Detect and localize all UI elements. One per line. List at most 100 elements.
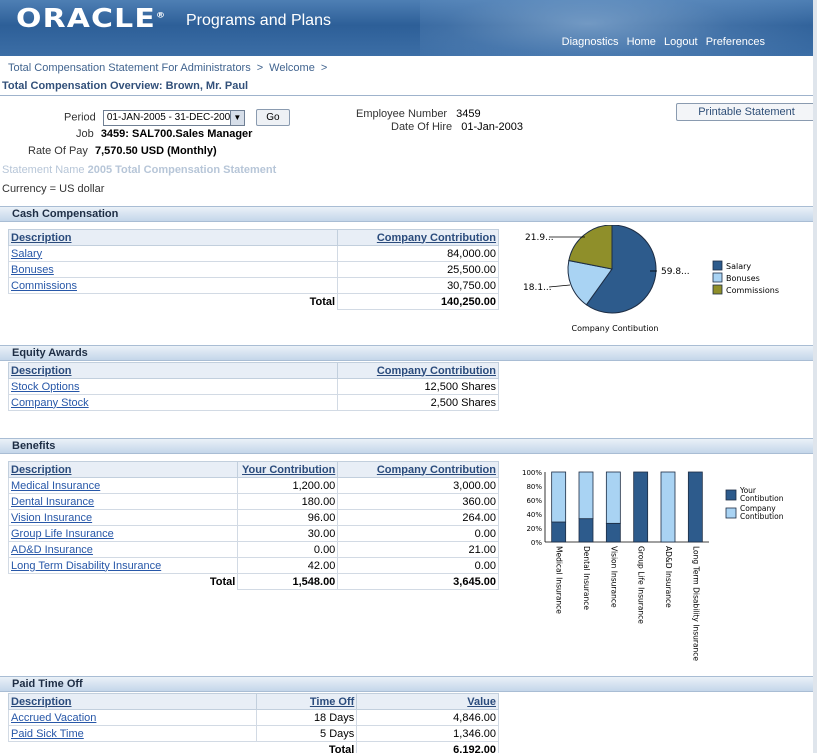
your-contribution-cell: 1,200.00 [237, 477, 339, 494]
value-column-header[interactable]: Value [356, 693, 499, 710]
logout-link[interactable]: Logout [664, 36, 698, 48]
bar-company-contribution [551, 471, 567, 523]
job-row: Job 3459: SAL700.Sales Manager [76, 128, 252, 140]
your-contribution-cell: 180.00 [237, 493, 339, 510]
bar-your-contribution [605, 522, 621, 543]
slice-label: 18.1... [523, 283, 552, 293]
bar-your-contribution [633, 471, 649, 543]
value-cell: 4,846.00 [356, 709, 499, 726]
total-row: Total 1,548.00 3,645.00 [9, 573, 499, 590]
total-value: 6,192.00 [356, 741, 499, 753]
bar-company-contribution [578, 471, 594, 520]
add-insurance-link[interactable]: AD&D Insurance [7, 541, 239, 558]
your-contribution-cell: 0.00 [237, 541, 339, 558]
hire-date-row: Date Of Hire 01-Jan-2003 [391, 121, 523, 133]
table-row: Long Term Disability Insurance 42.00 0.0… [7, 557, 499, 574]
legend-swatch [712, 272, 723, 283]
breadcrumb-statement-link[interactable]: Total Compensation Statement For Adminis… [8, 62, 251, 74]
home-link[interactable]: Home [627, 36, 656, 48]
value-cell: 1,346.00 [356, 725, 499, 742]
your-contribution-column-header[interactable]: Your Contribution [237, 461, 339, 478]
period-row: Period 01-JAN-2005 - 31-DEC-2005 ▼ Go [64, 109, 290, 126]
x-tick-label: Medical Insurance [555, 546, 564, 614]
legend-label: Bonuses [726, 274, 760, 283]
vision-insurance-link[interactable]: Vision Insurance [7, 509, 239, 526]
legend-label: Salary [726, 262, 751, 271]
legend-swatch [725, 507, 737, 519]
commissions-link[interactable]: Commissions [7, 277, 339, 294]
slice-label: 21.9... [525, 233, 554, 243]
company-contribution-cell: 264.00 [337, 509, 499, 526]
paid-sick-time-link[interactable]: Paid Sick Time [7, 725, 258, 742]
company-contribution-cell: 3,000.00 [337, 477, 499, 494]
y-tick-label: 0% [531, 539, 542, 547]
company-contribution-cell: 0.00 [337, 557, 499, 574]
cash-compensation-header: Cash Compensation [0, 206, 817, 222]
bonuses-link[interactable]: Bonuses [7, 261, 339, 278]
company-contribution-cell: 30,750.00 [337, 277, 499, 294]
table-row: Commissions 30,750.00 [7, 277, 499, 294]
period-select[interactable]: 01-JAN-2005 - 31-DEC-2005 ▼ [102, 109, 245, 126]
description-column-header[interactable]: Description [7, 229, 339, 246]
printable-statement-button[interactable]: Printable Statement [676, 103, 817, 121]
cash-compensation-table: Description Company Contribution Salary … [7, 229, 499, 310]
your-contribution-cell: 30.00 [237, 525, 339, 542]
slice-leader-line [548, 284, 571, 288]
table-header-row: Description Company Contribution [7, 229, 499, 246]
rate-value: 7,570.50 USD (Monthly) [94, 145, 217, 157]
total-row: Total 140,250.00 [9, 293, 499, 310]
table-row: Stock Options 12,500 Shares [7, 378, 499, 395]
benefits-table: Description Your Contribution Company Co… [7, 461, 499, 590]
period-select-value: 01-JAN-2005 - 31-DEC-2005 [106, 111, 236, 123]
legend-swatch [725, 489, 737, 501]
preferences-link[interactable]: Preferences [706, 36, 765, 48]
legend-label: Contibution [740, 494, 784, 503]
company-contribution-cell: 21.00 [337, 541, 499, 558]
paid-time-off-table: Description Time Off Value Accrued Vacat… [7, 693, 499, 753]
global-links: Diagnostics Home Logout Preferences [557, 36, 765, 48]
table-row: Accrued Vacation 18 Days 4,846.00 [7, 709, 499, 726]
rate-label: Rate Of Pay [28, 145, 88, 157]
go-button[interactable]: Go [255, 109, 290, 126]
total-label: Total [309, 295, 336, 308]
dental-insurance-link[interactable]: Dental Insurance [7, 493, 239, 510]
rate-row: Rate Of Pay 7,570.50 USD (Monthly) [28, 145, 217, 157]
company-contribution-column-header[interactable]: Company Contribution [337, 362, 499, 379]
legend-swatch [712, 284, 723, 295]
company-contribution-column-header[interactable]: Company Contribution [337, 461, 499, 478]
total-company-value: 3,645.00 [337, 573, 499, 590]
accrued-vacation-link[interactable]: Accrued Vacation [7, 709, 258, 726]
group-life-insurance-link[interactable]: Group Life Insurance [7, 525, 239, 542]
global-header: ORACLE® Programs and Plans Diagnostics H… [0, 0, 817, 56]
company-contribution-cell: 0.00 [337, 525, 499, 542]
medical-insurance-link[interactable]: Medical Insurance [7, 477, 239, 494]
diagnostics-link[interactable]: Diagnostics [562, 36, 619, 48]
description-column-header[interactable]: Description [7, 461, 239, 478]
statement-name-value: 2005 Total Compensation Statement [87, 164, 277, 176]
company-stock-link[interactable]: Company Stock [7, 394, 339, 411]
slice-label: 59.8... [661, 267, 690, 277]
time-off-column-header[interactable]: Time Off [256, 693, 358, 710]
pie-title: Company Contibution [572, 324, 659, 333]
statement-name-row: Statement Name 2005 Total Compensation S… [2, 164, 276, 176]
salary-link[interactable]: Salary [7, 245, 339, 262]
breadcrumb-separator: > [256, 62, 264, 74]
equity-awards-header: Equity Awards [0, 345, 817, 361]
x-tick-label: AD&D Insurance [664, 546, 673, 608]
table-row: Bonuses 25,500.00 [7, 261, 499, 278]
total-row: Total 6,192.00 [9, 741, 499, 753]
long-term-disability-link[interactable]: Long Term Disability Insurance [7, 557, 239, 574]
table-row: Salary 84,000.00 [7, 245, 499, 262]
stock-options-link[interactable]: Stock Options [7, 378, 339, 395]
company-contribution-column-header[interactable]: Company Contribution [337, 229, 499, 246]
employee-number-label: Employee Number [356, 108, 448, 120]
x-tick-label: Vision Insurance [609, 546, 618, 608]
equity-awards-table: Description Company Contribution Stock O… [7, 362, 499, 411]
description-column-header[interactable]: Description [7, 693, 258, 710]
y-tick-label: 40% [526, 511, 542, 519]
chevron-down-icon[interactable]: ▼ [229, 110, 244, 125]
statement-name-label: Statement Name [2, 164, 85, 176]
company-contribution-cell: 360.00 [337, 493, 499, 510]
description-column-header[interactable]: Description [7, 362, 339, 379]
breadcrumb-welcome-link[interactable]: Welcome [269, 62, 315, 74]
